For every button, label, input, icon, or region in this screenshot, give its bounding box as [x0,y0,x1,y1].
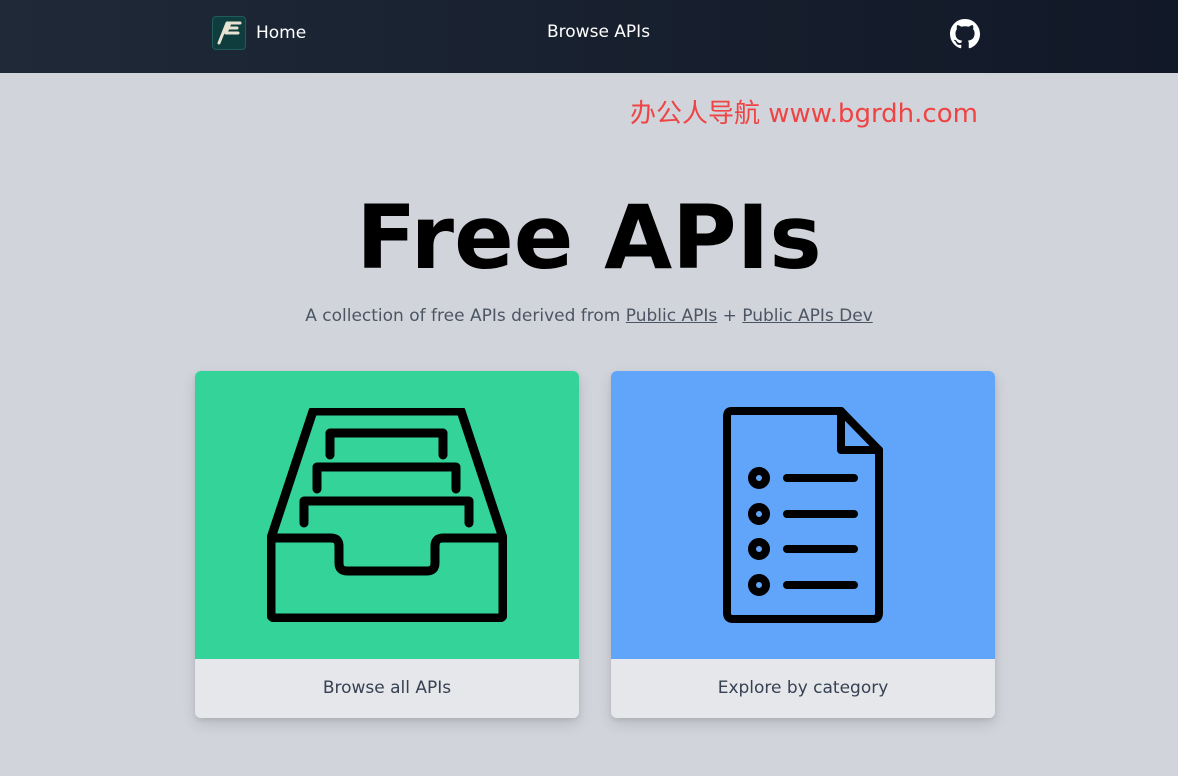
home-label: Home [256,23,307,43]
explore-by-category-label: Explore by category [611,659,995,718]
subtitle-text: A collection of free APIs derived from [305,306,621,326]
hero-subtitle: A collection of free APIs derived from P… [0,306,1178,326]
document-list-icon [723,407,883,623]
browse-all-apis-label: Browse all APIs [195,659,579,718]
public-apis-link[interactable]: Public APIs [626,306,717,326]
watermark-text: 办公人导航 www.bgrdh.com [630,99,978,129]
card-media [611,371,995,659]
explore-by-category-card[interactable]: Explore by category [611,371,995,718]
top-navbar: Home Browse APIs [0,0,1178,73]
card-media [195,371,579,659]
github-icon[interactable] [950,19,980,49]
subtitle-separator: + [722,306,737,326]
public-apis-dev-link[interactable]: Public APIs Dev [742,306,872,326]
browse-all-apis-card[interactable]: Browse all APIs [195,371,579,718]
browse-apis-link[interactable]: Browse APIs [547,22,650,42]
page-title: Free APIs [356,186,822,289]
file-drawer-icon [267,408,507,622]
home-link[interactable]: Home [212,16,306,50]
app-logo-icon [212,16,246,50]
